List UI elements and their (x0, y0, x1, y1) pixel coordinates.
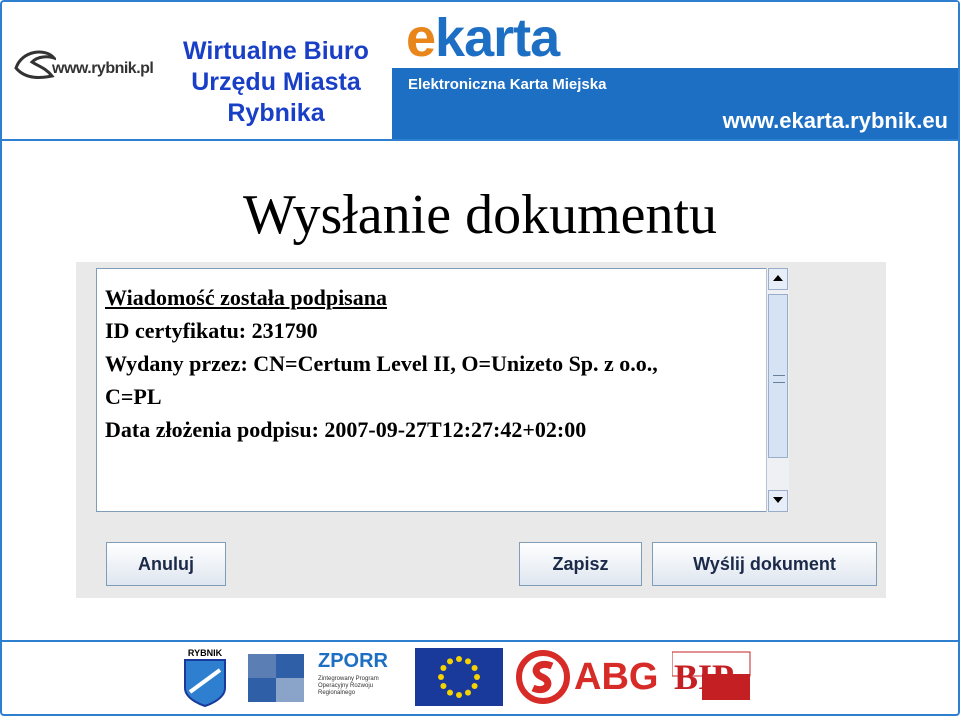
rybnik-logo-text: www.rybnik.pl (52, 60, 154, 77)
footer-logos: RYBNIK ZPORR Zintegrowany Program Operac… (0, 640, 960, 716)
abg-logo: ABG (516, 650, 666, 704)
abg-text: ABG (574, 656, 659, 698)
abg-s-icon (516, 650, 570, 704)
cancel-button[interactable]: Anuluj (106, 542, 226, 586)
site-title-line3: Rybnika (227, 99, 325, 127)
header: www.rybnik.pl Wirtualne Biuro Urzędu Mia… (2, 2, 958, 140)
fish-icon (14, 50, 59, 80)
message-line-issuer: Wydany przez: CN=Certum Level II, O=Uniz… (105, 351, 658, 376)
eu-stars-icon (438, 656, 480, 698)
scroll-down-button[interactable] (768, 490, 788, 512)
message-content: Wiadomość została podpisana ID certyfika… (105, 281, 755, 446)
crest-icon (184, 659, 226, 708)
ekarta-logo-rest: karta (435, 8, 560, 68)
save-button[interactable]: Zapisz (519, 542, 642, 586)
header-divider (2, 139, 958, 141)
crest-caption: RYBNIK (187, 648, 223, 658)
arrow-up-icon (773, 275, 783, 281)
zporr-logo: ZPORR Zintegrowany Program Operacyjny Ro… (244, 648, 394, 710)
ekarta-logo-e: e (406, 8, 436, 68)
puzzle-icon (248, 654, 304, 702)
rybnik-logo: www.rybnik.pl (12, 40, 154, 94)
ekarta-banner: ekarta Elektroniczna Karta Miejska www.e… (392, 2, 958, 140)
message-textarea[interactable]: Wiadomość została podpisana ID certyfika… (96, 268, 768, 512)
zporr-title: ZPORR (318, 650, 388, 672)
rybnik-crest-logo: RYBNIK (180, 648, 230, 710)
bip-text: BIP (674, 657, 735, 697)
scroll-up-button[interactable] (768, 268, 788, 290)
site-title-line1: Wirtualne Biuro (183, 37, 369, 65)
site-title-line2: Urzędu Miasta (191, 68, 361, 96)
site-title: Wirtualne Biuro Urzędu Miasta Rybnika (160, 36, 392, 129)
message-line-cert-id: ID certyfikatu: 231790 (105, 318, 318, 343)
vertical-scrollbar[interactable] (766, 268, 789, 512)
send-document-button[interactable]: Wyślij dokument (652, 542, 877, 586)
scroll-thumb[interactable] (768, 294, 788, 458)
page-title: Wysłanie dokumentu (242, 184, 718, 246)
arrow-down-icon (773, 497, 783, 503)
ekarta-url: www.ekarta.rybnik.eu (722, 108, 948, 133)
bip-logo: BIP (672, 648, 752, 706)
message-line-date: Data złożenia podpisu: 2007-09-27T12:27:… (105, 417, 587, 442)
ekarta-subtitle: Elektroniczna Karta Miejska (408, 76, 607, 93)
send-dialog: Wiadomość została podpisana ID certyfika… (76, 262, 886, 598)
grip-icon (773, 375, 785, 383)
zporr-subtitle: Zintegrowany Program Operacyjny Rozwoju … (318, 676, 379, 696)
message-line-signed: Wiadomość została podpisana (105, 285, 387, 310)
eu-flag-logo (415, 648, 503, 706)
ekarta-logo: ekarta (406, 8, 560, 68)
message-line-country: C=PL (105, 384, 162, 409)
